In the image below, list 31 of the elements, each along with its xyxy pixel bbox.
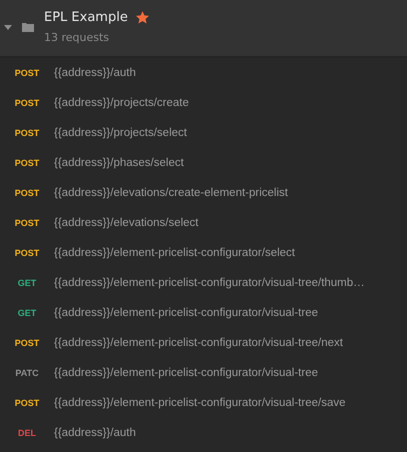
- method-label: GET: [16, 278, 38, 288]
- method-label: DEL: [17, 428, 37, 438]
- method-label: POST: [14, 158, 40, 168]
- method-label: POST: [14, 128, 40, 138]
- method-label: POST: [14, 188, 40, 198]
- method-label: POST: [14, 68, 40, 78]
- request-url[interactable]: {{address}}/element-pricelist-configurator/visual-tree: [54, 307, 318, 319]
- method-label: POST: [14, 218, 40, 228]
- request-url[interactable]: {{address}}/element-pricelist-configurator/visual-tree/save: [54, 397, 346, 409]
- method-label: PATC: [14, 368, 40, 378]
- method-label: POST: [14, 98, 40, 108]
- request-count: 13 requests: [44, 31, 110, 44]
- method-label: POST: [14, 248, 40, 258]
- request-url[interactable]: {{address}}/elevations/create-element-pricelist: [54, 187, 288, 199]
- request-url[interactable]: {{address}}/element-pricelist-configurator/visual-tree/thumb…: [54, 277, 365, 289]
- request-url[interactable]: {{address}}/auth: [54, 67, 136, 79]
- caret-icon[interactable]: [4, 25, 12, 30]
- request-url[interactable]: {{address}}/projects/select: [54, 127, 187, 139]
- folder-icon: [22, 22, 34, 32]
- method-label: POST: [14, 398, 40, 408]
- method-label: GET: [16, 308, 38, 318]
- request-url[interactable]: {{address}}/auth: [54, 427, 136, 439]
- request-url[interactable]: {{address}}/elevations/select: [54, 217, 198, 229]
- method-label: POST: [14, 338, 40, 348]
- request-url[interactable]: {{address}}/element-pricelist-configurator/select: [54, 247, 295, 259]
- request-url[interactable]: {{address}}/element-pricelist-configurator/visual-tree: [54, 367, 318, 379]
- request-url[interactable]: {{address}}/element-pricelist-configurator/visual-tree/next: [54, 337, 343, 349]
- star-icon[interactable]: [136, 11, 149, 24]
- request-url[interactable]: {{address}}/projects/create: [54, 97, 189, 109]
- collection-name[interactable]: EPL Example: [44, 10, 128, 25]
- request-url[interactable]: {{address}}/phases/select: [54, 157, 184, 169]
